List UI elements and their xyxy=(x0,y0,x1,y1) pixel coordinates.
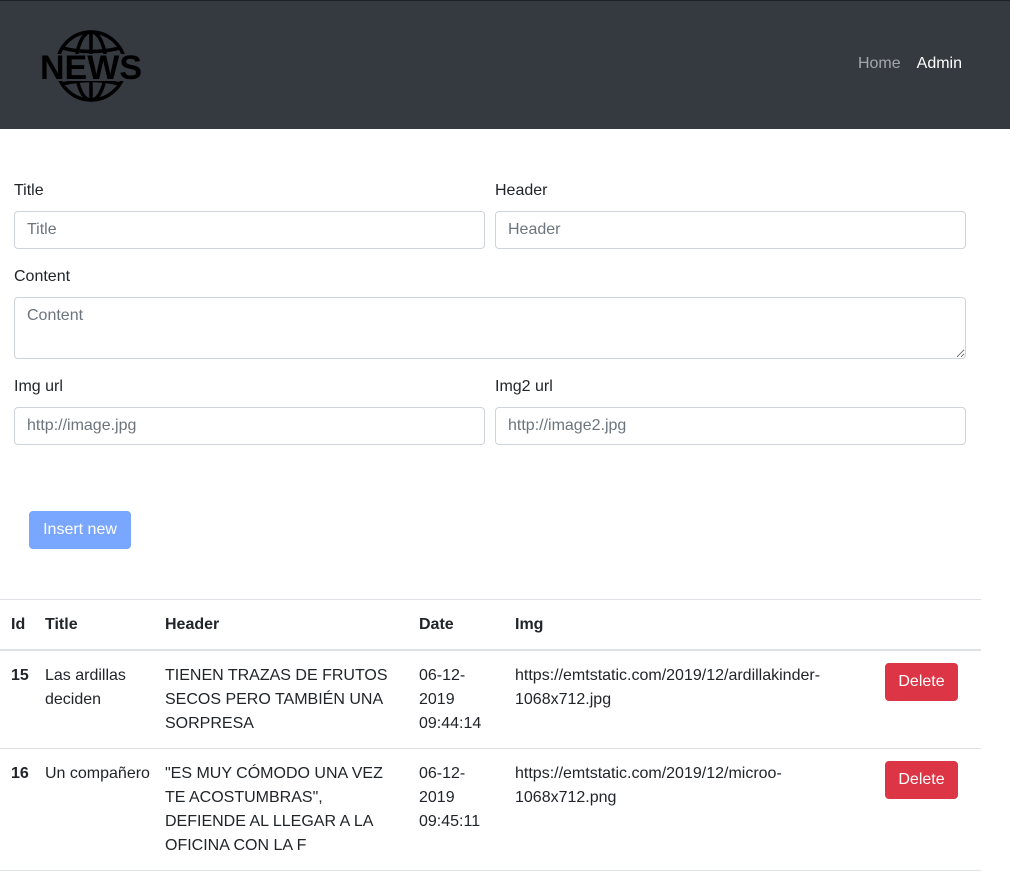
header-input[interactable] xyxy=(495,211,966,249)
column-header-header: Header xyxy=(165,599,419,651)
news-table-container: Id Title Header Date Img 15 Las ardillas… xyxy=(0,599,981,871)
table-header-row: Id Title Header Date Img xyxy=(0,599,981,651)
row-header: TIENEN TRAZAS DE FRUTOS SECOS PERO TAMBI… xyxy=(165,650,419,749)
nav-home-link[interactable]: Home xyxy=(858,55,901,73)
header-label: Header xyxy=(495,182,548,199)
nav-links: Home Admin xyxy=(858,55,962,73)
nav-admin-link[interactable]: Admin xyxy=(917,55,962,73)
content-textarea[interactable] xyxy=(14,297,966,359)
column-header-date: Date xyxy=(419,599,515,651)
delete-button[interactable]: Delete xyxy=(885,663,958,701)
title-label: Title xyxy=(14,182,44,199)
row-date: 06-12-2019 09:44:14 xyxy=(419,650,515,749)
column-header-title: Title xyxy=(45,599,165,651)
row-img-url: https://emtstatic.com/2019/12/ardillakin… xyxy=(515,650,885,749)
img-url-input[interactable] xyxy=(14,407,485,445)
globe-logo-icon: NEWS xyxy=(38,30,144,102)
img-url-label: Img url xyxy=(14,378,63,395)
column-header-img: Img xyxy=(515,599,885,651)
row-img-url: https://emtstatic.com/2019/12/microo-106… xyxy=(515,748,885,871)
insert-new-button[interactable]: Insert new xyxy=(29,511,131,549)
row-header: "ES MUY CÓMODO UNA VEZ TE ACOSTUMBRAS", … xyxy=(165,748,419,871)
table-row: 15 Las ardillas deciden TIENEN TRAZAS DE… xyxy=(0,650,981,749)
img2-url-label: Img2 url xyxy=(495,378,553,395)
news-logo[interactable]: NEWS xyxy=(38,29,144,103)
row-date: 06-12-2019 09:45:11 xyxy=(419,748,515,871)
row-actions: Delete xyxy=(885,748,981,871)
row-actions: Delete xyxy=(885,650,981,749)
title-input[interactable] xyxy=(14,211,485,249)
news-table: Id Title Header Date Img 15 Las ardillas… xyxy=(0,599,981,871)
content-label: Content xyxy=(14,268,71,285)
delete-button[interactable]: Delete xyxy=(885,761,958,799)
row-id: 16 xyxy=(0,748,45,871)
logo-text: NEWS xyxy=(40,49,142,87)
row-id: 15 xyxy=(0,650,45,749)
navbar: NEWS Home Admin xyxy=(0,0,1010,129)
img2-url-input[interactable] xyxy=(495,407,966,445)
column-header-id: Id xyxy=(0,599,45,651)
row-title: Un compañero xyxy=(45,748,165,871)
column-header-actions xyxy=(885,599,981,651)
table-row: 16 Un compañero "ES MUY CÓMODO UNA VEZ T… xyxy=(0,748,981,871)
row-title: Las ardillas deciden xyxy=(45,650,165,749)
